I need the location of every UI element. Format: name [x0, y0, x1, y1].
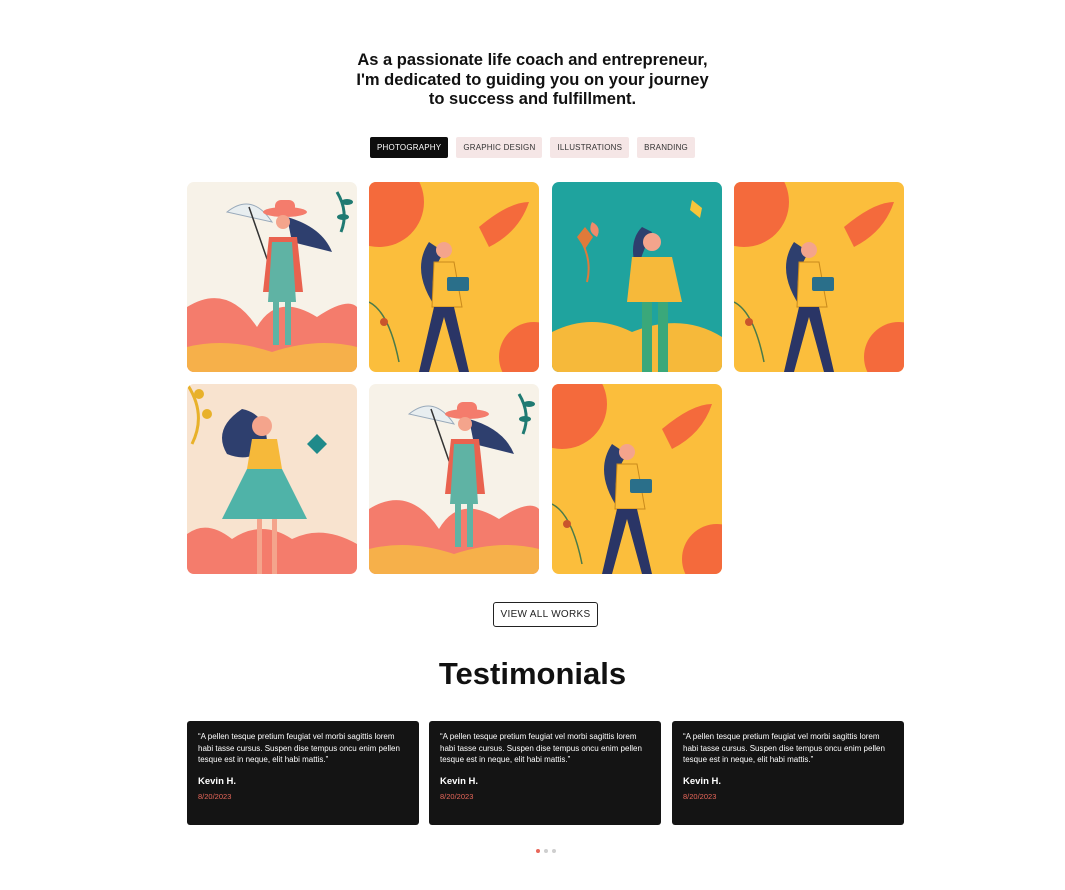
gallery-item-6[interactable] — [369, 384, 539, 574]
pagination-dot[interactable] — [552, 849, 556, 853]
gallery-item-7[interactable] — [552, 384, 722, 574]
pagination-dot[interactable] — [536, 849, 540, 853]
intro-text: As a passionate life coach and entrepren… — [0, 51, 1065, 110]
gallery-item-3[interactable] — [552, 182, 722, 372]
gallery-item-2[interactable] — [369, 182, 539, 372]
filter-graphic-design[interactable]: GRAPHIC DESIGN — [456, 137, 543, 158]
woman-in-teal-dress-illustration — [187, 384, 357, 574]
gallery-item-5[interactable] — [187, 384, 357, 574]
testimonials-title: Testimonials — [438, 656, 627, 691]
testimonial-date: 8/20/2023 — [198, 791, 232, 801]
woman-with-laptop-illustration — [552, 384, 722, 574]
woman-with-laptop-illustration — [369, 182, 539, 372]
filter-illustrations[interactable]: ILLUSTRATIONS — [550, 137, 630, 158]
testimonial-author: Kevin H. — [683, 775, 722, 787]
testimonial-date: 8/20/2023 — [683, 791, 717, 801]
filter-branding[interactable]: BRANDING — [637, 137, 695, 158]
woman-with-butterflies-illustration — [552, 182, 722, 372]
testimonial-quote: “A pellen tesque pretium feugiat vel mor… — [683, 732, 885, 764]
testimonial-author: Kevin H. — [440, 775, 479, 787]
testimonial-quote: “A pellen tesque pretium feugiat vel mor… — [198, 732, 400, 764]
testimonial-card: “A pellen tesque pretium feugiat vel mor… — [429, 721, 661, 825]
testimonial-quote: “A pellen tesque pretium feugiat vel mor… — [440, 732, 642, 764]
testimonials-list: “A pellen tesque pretium feugiat vel mor… — [187, 721, 905, 825]
portfolio-filter-tabs: PHOTOGRAPHY GRAPHIC DESIGN ILLUSTRATIONS… — [0, 137, 1065, 158]
testimonial-pagination — [536, 849, 556, 853]
portfolio-gallery — [187, 182, 905, 574]
testimonial-card: “A pellen tesque pretium feugiat vel mor… — [187, 721, 419, 825]
gallery-item-4[interactable] — [734, 182, 904, 372]
intro-line: I'm dedicated to guiding you on your jou… — [356, 70, 709, 89]
intro-line: to success and fulfillment. — [428, 90, 637, 108]
intro-line: As a passionate life coach and entrepren… — [357, 51, 708, 69]
testimonial-date: 8/20/2023 — [440, 791, 474, 801]
view-all-works-button[interactable]: VIEW ALL WORKS — [493, 602, 598, 627]
woman-with-umbrella-illustration — [369, 384, 539, 574]
pagination-dot[interactable] — [544, 849, 548, 853]
filter-photography[interactable]: PHOTOGRAPHY — [370, 137, 449, 158]
woman-with-laptop-illustration — [734, 182, 904, 372]
testimonial-author: Kevin H. — [198, 775, 237, 787]
gallery-item-1[interactable] — [187, 182, 357, 372]
testimonial-card: “A pellen tesque pretium feugiat vel mor… — [672, 721, 904, 825]
woman-with-umbrella-illustration — [187, 182, 357, 372]
